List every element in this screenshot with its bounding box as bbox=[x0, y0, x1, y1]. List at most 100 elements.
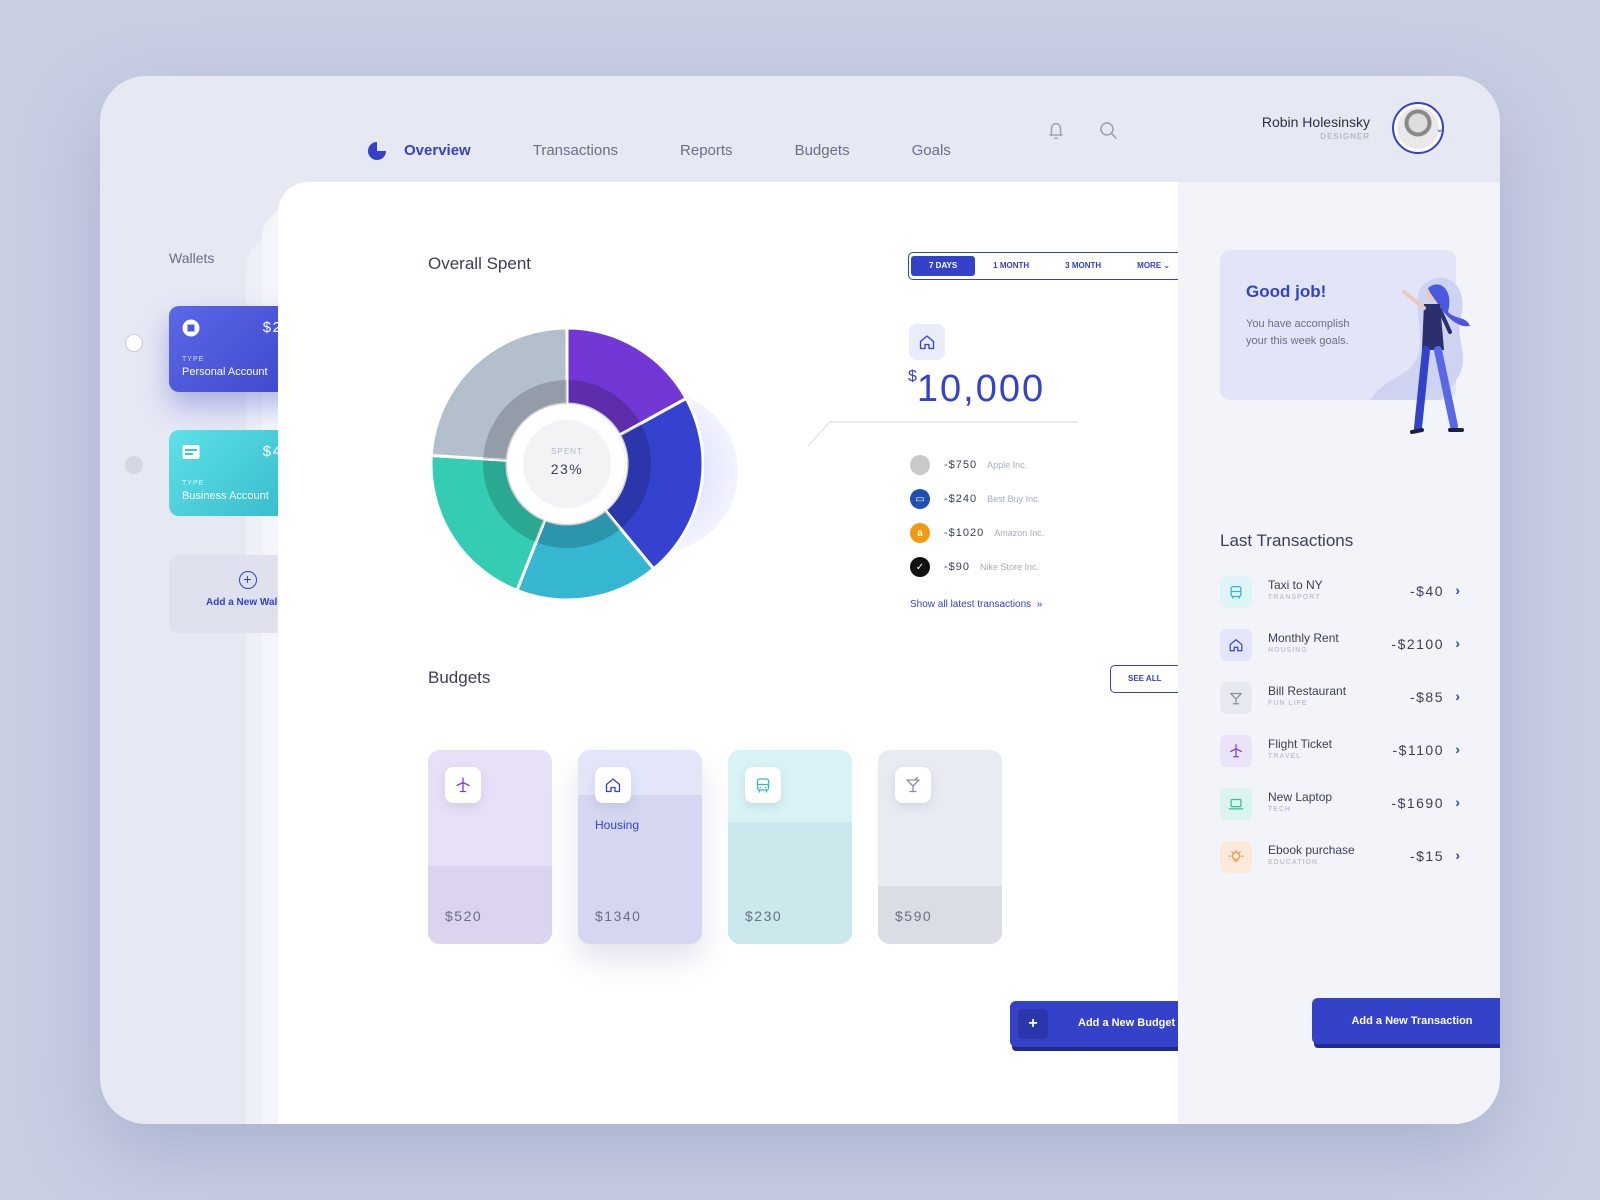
cocktail-icon bbox=[895, 767, 931, 803]
airplane-icon bbox=[1220, 735, 1252, 767]
plus-icon: + bbox=[1018, 1009, 1048, 1039]
budget-card-housing[interactable]: Housing $1340 bbox=[578, 750, 702, 944]
budget-fill bbox=[428, 866, 552, 944]
currency-symbol: $ bbox=[908, 368, 917, 385]
spent-amount: -$240 bbox=[944, 493, 978, 505]
list-item: ✓ -$90 Nike Store Inc. bbox=[910, 550, 1044, 584]
chevron-down-icon: ⌄ bbox=[1163, 261, 1171, 270]
airplane-icon bbox=[445, 767, 481, 803]
wallets-title: Wallets bbox=[169, 250, 215, 266]
range-more-label: MORE bbox=[1137, 261, 1162, 270]
spent-amount: -$1020 bbox=[944, 527, 985, 539]
range-1-month[interactable]: 1 MONTH bbox=[975, 256, 1047, 276]
total-spent-value: 10,000 bbox=[916, 368, 1046, 410]
tx-amount: -$85 bbox=[1409, 689, 1444, 705]
tab-label: Goals bbox=[911, 142, 951, 159]
donut-center-label: SPENT bbox=[551, 447, 583, 456]
tx-name: Taxi to NY bbox=[1268, 578, 1323, 592]
wallet-radio-personal[interactable] bbox=[125, 334, 143, 352]
spending-donut-chart: SPENT 23% bbox=[429, 326, 705, 602]
budget-label: Housing bbox=[595, 818, 640, 832]
cocktail-icon bbox=[1220, 682, 1252, 714]
tx-category: TECH bbox=[1268, 806, 1292, 813]
tx-category: EDUCATION bbox=[1268, 859, 1319, 866]
card-account-name: Personal Account bbox=[182, 366, 268, 378]
leader-line bbox=[808, 421, 1078, 446]
plus-icon: + bbox=[238, 571, 257, 589]
bus-icon bbox=[1220, 576, 1252, 608]
goal-title: Good job! bbox=[1246, 282, 1327, 301]
donut-center-value: 23% bbox=[551, 461, 584, 477]
laptop-icon bbox=[1220, 788, 1252, 820]
right-panel: Good job! You have accomplish your this … bbox=[1178, 182, 1500, 1124]
house-icon bbox=[909, 324, 945, 360]
tab-label: Reports bbox=[680, 142, 733, 159]
spent-company: Nike Store Inc. bbox=[980, 562, 1040, 572]
last-transactions-title: Last Transactions bbox=[1220, 531, 1354, 550]
range-3-month[interactable]: 3 MONTH bbox=[1047, 256, 1119, 276]
add-transaction-button[interactable]: Add a New Transaction bbox=[1312, 998, 1500, 1044]
tab-label: Transactions bbox=[532, 142, 619, 159]
budget-card-fun[interactable]: $590 bbox=[878, 750, 1002, 944]
budget-amount: $1340 bbox=[595, 908, 642, 924]
show-all-transactions-link[interactable]: Show all latest transactions » bbox=[910, 599, 1042, 610]
donut-svg: SPENT 23% bbox=[429, 326, 705, 602]
table-row[interactable]: Monthly Rent HOUSING -$2100 › bbox=[1220, 627, 1460, 680]
chevron-right-icon: › bbox=[1455, 794, 1460, 810]
budget-amount: $230 bbox=[745, 908, 783, 924]
tab-label: Budgets bbox=[794, 142, 850, 159]
see-all-label: SEE ALL bbox=[1128, 674, 1162, 683]
wallet-radio-business[interactable] bbox=[125, 456, 143, 474]
spent-amount: -$750 bbox=[944, 459, 978, 471]
table-row[interactable]: Taxi to NY TRANSPORT -$40 › bbox=[1220, 574, 1460, 627]
tx-name: New Laptop bbox=[1268, 790, 1333, 804]
tx-amount: -$1100 bbox=[1392, 742, 1444, 758]
add-budget-label: Add a New Budget bbox=[1078, 1017, 1176, 1029]
last-transactions-list: Taxi to NY TRANSPORT -$40 › Monthly Rent… bbox=[1220, 574, 1460, 892]
budget-card-transport[interactable]: $230 bbox=[728, 750, 852, 944]
table-row[interactable]: Bill Restaurant FUN LIFE -$85 › bbox=[1220, 680, 1460, 733]
add-transaction-label: Add a New Transaction bbox=[1351, 1015, 1473, 1027]
chevron-right-icon: › bbox=[1455, 847, 1460, 863]
tx-amount: -$2100 bbox=[1391, 636, 1444, 652]
chevron-right-icon: › bbox=[1455, 688, 1460, 704]
apple-icon bbox=[910, 455, 930, 475]
card-account-name: Business Account bbox=[182, 490, 269, 502]
pie-chart-icon bbox=[368, 142, 386, 160]
search-icon[interactable] bbox=[1096, 118, 1120, 142]
table-row[interactable]: Ebook purchase EDUCATION -$15 › bbox=[1220, 839, 1460, 892]
lightbulb-icon bbox=[1220, 841, 1252, 873]
card-type-label: TYPE bbox=[182, 480, 205, 487]
tx-category: TRAVEL bbox=[1268, 753, 1302, 760]
chevron-right-icon: › bbox=[1455, 635, 1460, 651]
time-range-selector: 7 DAYS 1 MONTH 3 MONTH MORE ⌄ bbox=[908, 252, 1206, 280]
house-icon bbox=[1220, 629, 1252, 661]
card-brand-icon bbox=[182, 319, 200, 337]
budget-card-travel[interactable]: $520 bbox=[428, 750, 552, 944]
tx-amount: -$1690 bbox=[1391, 795, 1444, 811]
nike-icon: ✓ bbox=[910, 557, 930, 577]
user-name: Robin Holesinsky bbox=[1261, 114, 1370, 130]
chevron-right-icon: › bbox=[1455, 741, 1460, 757]
goal-text: You have accomplish your this week goals… bbox=[1246, 318, 1350, 347]
spent-company: Amazon Inc. bbox=[994, 528, 1045, 538]
list-item: a -$1020 Amazon Inc. bbox=[910, 516, 1044, 550]
spent-amount: -$90 bbox=[944, 561, 971, 573]
tx-category: FUN LIFE bbox=[1268, 700, 1308, 707]
avatar-photo bbox=[1397, 107, 1439, 149]
add-budget-button[interactable]: + Add a New Budget bbox=[1010, 1001, 1206, 1047]
budget-fill bbox=[728, 821, 852, 944]
total-spent: $10,000 bbox=[908, 368, 1045, 411]
bell-icon[interactable] bbox=[1044, 118, 1068, 142]
main-panel: Overall Spent 7 DAYS 1 MONTH 3 MONTH MOR… bbox=[278, 182, 1206, 1124]
overall-spent-title: Overall Spent bbox=[428, 254, 531, 273]
show-all-label: Show all latest transactions bbox=[910, 599, 1032, 610]
range-7-days[interactable]: 7 DAYS bbox=[911, 256, 976, 276]
chevron-down-icon[interactable]: ⌄ bbox=[1436, 124, 1444, 135]
amazon-icon: a bbox=[910, 523, 930, 543]
best-buy-icon: ▭ bbox=[910, 489, 930, 509]
tx-name: Flight Ticket bbox=[1268, 737, 1333, 751]
table-row[interactable]: Flight Ticket TRAVEL -$1100 › bbox=[1220, 733, 1460, 786]
table-row[interactable]: New Laptop TECH -$1690 › bbox=[1220, 786, 1460, 839]
tx-amount: -$40 bbox=[1409, 583, 1444, 599]
